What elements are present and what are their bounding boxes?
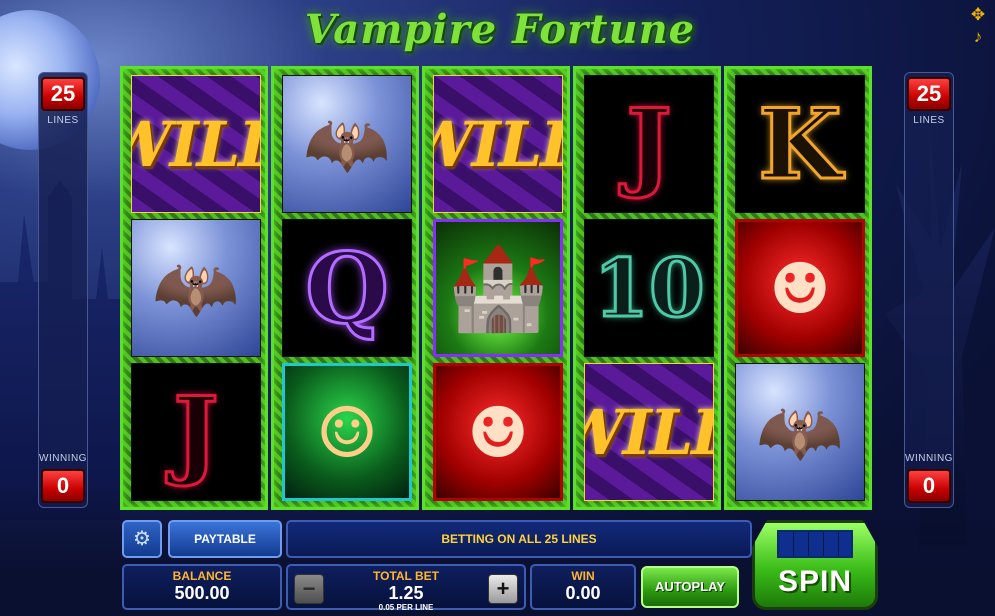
decrease-bet-button[interactable]: − — [294, 574, 324, 604]
reel-3: WILD 🏰 ☻ — [422, 66, 570, 510]
symbol: WILD — [434, 107, 562, 181]
total-bet-panel: − TOTAL BET 1.25 0.05 PER LINE + — [286, 564, 526, 612]
symbol-castle: 🏰 — [433, 219, 563, 357]
drac-icon: ☻ — [466, 390, 530, 474]
top-icons: ✥ ♪ — [967, 4, 989, 48]
win-label: WIN — [571, 569, 595, 583]
balance-panel: BALANCE 500.00 — [122, 564, 282, 610]
lines-counter: 25 — [907, 77, 951, 111]
symbol-wild: WILD — [584, 363, 714, 501]
symbol: J — [172, 374, 220, 490]
status-message: BETTING ON ALL 25 LINES — [286, 520, 752, 558]
lines-label: LINES — [47, 115, 79, 126]
balance-label: BALANCE — [172, 569, 232, 583]
symbol: WILD — [132, 107, 260, 181]
sound-icon[interactable]: ♪ — [967, 26, 989, 48]
per-line-text: 0.05 PER LINE — [378, 603, 434, 612]
reel-1: WILD 🦇 J — [120, 66, 268, 510]
spin-grid-icon — [777, 530, 853, 558]
win-panel: WIN 0.00 — [530, 564, 636, 610]
bat-icon: 🦇 — [303, 102, 391, 185]
settings-button[interactable]: ⚙ — [122, 520, 162, 558]
symbol: K — [757, 86, 843, 202]
winning-label: WINNING — [905, 453, 953, 464]
symbol-bat: 🦇 — [282, 75, 412, 213]
winning-counter: 0 — [907, 469, 951, 503]
bat-icon: 🦇 — [152, 246, 240, 329]
girl-icon: ☺ — [315, 390, 379, 474]
symbol-drac: ☻ — [433, 363, 563, 501]
reels-grid: WILD 🦇 J 🦇 Q ☺ WILD 🏰 ☻ J 10 WILD K ☻ 🦇 — [120, 66, 872, 510]
symbol-q: Q — [282, 219, 412, 357]
increase-bet-button[interactable]: + — [488, 574, 518, 604]
symbol-j: J — [131, 363, 261, 501]
right-lines-panel: 25 LINES WINNING 0 — [904, 72, 954, 508]
bat-icon: 🦇 — [756, 390, 844, 473]
left-lines-panel: 25 LINES WINNING 0 — [38, 72, 88, 508]
lines-label: LINES — [913, 115, 945, 126]
spin-button[interactable]: SPIN — [752, 520, 878, 610]
symbol-k: K — [735, 75, 865, 213]
balance-value: 500.00 — [174, 583, 230, 603]
symbol-drac: ☻ — [735, 219, 865, 357]
drac-icon: ☻ — [768, 246, 832, 330]
symbol: 10 — [592, 240, 706, 337]
symbol-10: 10 — [584, 219, 714, 357]
game-logo: Vampire Fortune — [304, 6, 696, 53]
symbol-bat: 🦇 — [735, 363, 865, 501]
symbol-wild: WILD — [131, 75, 261, 213]
paytable-button[interactable]: PAYTABLE — [168, 520, 282, 558]
castle-icon: 🏰 — [446, 239, 550, 336]
gear-icon: ⚙ — [133, 528, 151, 550]
symbol-bat: 🦇 — [131, 219, 261, 357]
lines-counter: 25 — [41, 77, 85, 111]
reel-5: K ☻ 🦇 — [724, 66, 872, 510]
win-value: 0.00 — [565, 583, 601, 603]
fullscreen-icon[interactable]: ✥ — [967, 4, 989, 26]
symbol-wild: WILD — [433, 75, 563, 213]
symbol: J — [625, 86, 673, 202]
symbol-j: J — [584, 75, 714, 213]
spin-label: SPIN — [777, 565, 853, 598]
reel-2: 🦇 Q ☺ — [271, 66, 419, 510]
autoplay-button[interactable]: AUTOPLAY — [641, 566, 739, 608]
symbol: WILD — [585, 395, 713, 469]
reel-4: J 10 WILD — [573, 66, 721, 510]
winning-label: WINNING — [39, 453, 87, 464]
winning-counter: 0 — [41, 469, 85, 503]
symbol: Q — [304, 230, 391, 346]
symbol-girl: ☺ — [282, 363, 412, 501]
